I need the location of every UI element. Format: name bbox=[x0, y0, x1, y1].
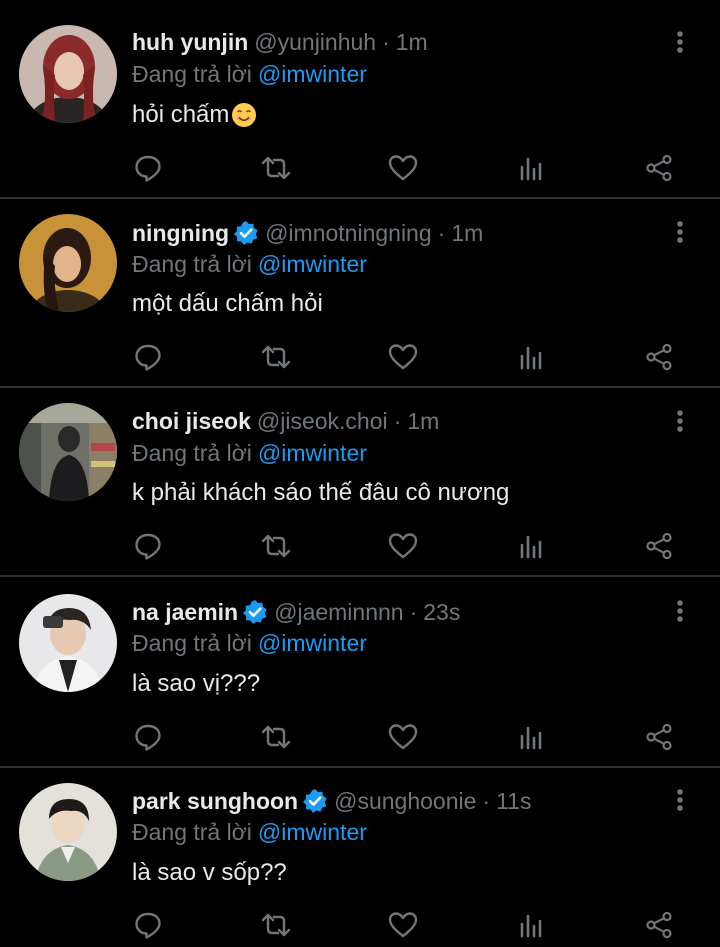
verified-badge-icon bbox=[242, 599, 268, 625]
tweet-header: choi jiseok @jiseok.choi · 1m bbox=[132, 406, 439, 436]
retweet-icon[interactable] bbox=[256, 526, 296, 566]
retweet-icon[interactable] bbox=[256, 905, 296, 945]
timestamp[interactable]: 1m bbox=[451, 220, 483, 247]
share-icon[interactable] bbox=[639, 905, 679, 945]
reply-prefix: Đang trả lời bbox=[132, 439, 252, 466]
avatar[interactable] bbox=[19, 783, 117, 881]
retweet-icon[interactable] bbox=[256, 148, 296, 188]
reply-icon[interactable] bbox=[128, 148, 168, 188]
tweet-actions bbox=[0, 717, 720, 757]
tweet-text-content: hỏi chấm bbox=[132, 101, 230, 128]
retweet-icon[interactable] bbox=[256, 337, 296, 377]
like-heart-icon[interactable] bbox=[383, 717, 423, 757]
timestamp[interactable]: 23s bbox=[423, 599, 460, 626]
like-heart-icon[interactable] bbox=[383, 526, 423, 566]
more-options-icon[interactable] bbox=[668, 27, 692, 57]
reply-icon[interactable] bbox=[128, 337, 168, 377]
separator-dot: · bbox=[482, 787, 491, 814]
share-icon[interactable] bbox=[639, 337, 679, 377]
separator-dot: · bbox=[382, 28, 390, 55]
analytics-icon[interactable] bbox=[511, 337, 551, 377]
divider bbox=[0, 197, 720, 199]
display-name[interactable]: huh yunjin bbox=[132, 29, 248, 56]
reply-icon[interactable] bbox=[128, 905, 168, 945]
user-handle[interactable]: @sunghoonie bbox=[334, 788, 476, 815]
verified-badge-icon bbox=[233, 220, 259, 246]
separator-dot: · bbox=[437, 219, 446, 246]
more-options-icon[interactable] bbox=[668, 406, 692, 436]
mention-link[interactable]: @imwinter bbox=[258, 630, 367, 657]
user-handle[interactable]: @imnotningning bbox=[265, 220, 432, 247]
like-heart-icon[interactable] bbox=[383, 337, 423, 377]
reply-context: Đang trả lời @imwinter bbox=[132, 628, 367, 658]
analytics-icon[interactable] bbox=[511, 526, 551, 566]
timestamp[interactable]: 1m bbox=[407, 408, 439, 435]
mention-link[interactable]: @imwinter bbox=[258, 440, 367, 467]
reply-context: Đang trả lời @imwinter bbox=[132, 59, 367, 89]
divider bbox=[0, 766, 720, 768]
tweet-text: là sao vị??? bbox=[132, 667, 260, 701]
tweet-actions bbox=[0, 337, 720, 377]
avatar[interactable] bbox=[19, 214, 117, 312]
tweet-header: ningning @imnotningning · 1m bbox=[132, 218, 483, 248]
more-options-icon[interactable] bbox=[668, 596, 692, 626]
analytics-icon[interactable] bbox=[511, 148, 551, 188]
reply-context: Đang trả lời @imwinter bbox=[132, 249, 367, 279]
reply-prefix: Đang trả lời bbox=[132, 818, 252, 845]
tweet-text: một dấu chấm hỏi bbox=[132, 287, 323, 321]
divider bbox=[0, 575, 720, 577]
share-icon[interactable] bbox=[639, 148, 679, 188]
tweet-header: na jaemin @jaeminnnn · 23s bbox=[132, 597, 460, 627]
avatar[interactable] bbox=[19, 403, 117, 501]
more-options-icon[interactable] bbox=[668, 217, 692, 247]
tweet-text-content: là sao v sốp?? bbox=[132, 859, 287, 886]
tweet-text: là sao v sốp?? bbox=[132, 856, 287, 890]
user-handle[interactable]: @jaeminnnn bbox=[274, 599, 403, 626]
reply-icon[interactable] bbox=[128, 717, 168, 757]
reply-prefix: Đang trả lời bbox=[132, 60, 252, 87]
tweet-header: huh yunjin @yunjinhuh · 1m bbox=[132, 27, 428, 57]
avatar[interactable] bbox=[19, 594, 117, 692]
reply-prefix: Đang trả lời bbox=[132, 250, 252, 277]
reply-icon[interactable] bbox=[128, 526, 168, 566]
more-options-icon[interactable] bbox=[668, 785, 692, 815]
mention-link[interactable]: @imwinter bbox=[258, 61, 367, 88]
user-handle[interactable]: @yunjinhuh bbox=[254, 29, 376, 56]
avatar[interactable] bbox=[19, 25, 117, 123]
mention-link[interactable]: @imwinter bbox=[258, 251, 367, 278]
reply-context: Đang trả lời @imwinter bbox=[132, 438, 367, 468]
tweet-actions bbox=[0, 905, 720, 945]
like-heart-icon[interactable] bbox=[383, 905, 423, 945]
tweet-text: k phải khách sáo thế đâu cô nương bbox=[132, 476, 509, 510]
display-name[interactable]: ningning bbox=[132, 220, 229, 247]
user-handle[interactable]: @jiseok.choi bbox=[257, 408, 388, 435]
analytics-icon[interactable] bbox=[511, 717, 551, 757]
tweet-header: park sunghoon @sunghoonie · 11s bbox=[132, 786, 531, 816]
retweet-icon[interactable] bbox=[256, 717, 296, 757]
separator-dot: · bbox=[409, 598, 418, 625]
timestamp[interactable]: 11s bbox=[496, 788, 531, 815]
reply-context: Đang trả lời @imwinter bbox=[132, 817, 367, 847]
display-name[interactable]: na jaemin bbox=[132, 599, 238, 626]
tweet-text: hỏi chấm bbox=[132, 98, 257, 132]
share-icon[interactable] bbox=[639, 526, 679, 566]
analytics-icon[interactable] bbox=[511, 905, 551, 945]
separator-dot: · bbox=[393, 407, 402, 434]
verified-badge-icon bbox=[302, 788, 328, 814]
divider bbox=[0, 386, 720, 388]
tweet-actions bbox=[0, 526, 720, 566]
reply-prefix: Đang trả lời bbox=[132, 629, 252, 656]
display-name[interactable]: choi jiseok bbox=[132, 408, 251, 435]
like-heart-icon[interactable] bbox=[383, 148, 423, 188]
share-icon[interactable] bbox=[639, 717, 679, 757]
tweet-text-content: một dấu chấm hỏi bbox=[132, 290, 323, 317]
mention-link[interactable]: @imwinter bbox=[258, 819, 367, 846]
tweet-text-content: k phải khách sáo thế đâu cô nương bbox=[132, 479, 510, 506]
smiling-face-icon bbox=[231, 102, 257, 128]
tweet-text-content: là sao vị??? bbox=[132, 670, 261, 697]
tweet-actions bbox=[0, 148, 720, 188]
timestamp[interactable]: 1m bbox=[396, 29, 428, 56]
display-name[interactable]: park sunghoon bbox=[132, 788, 298, 815]
